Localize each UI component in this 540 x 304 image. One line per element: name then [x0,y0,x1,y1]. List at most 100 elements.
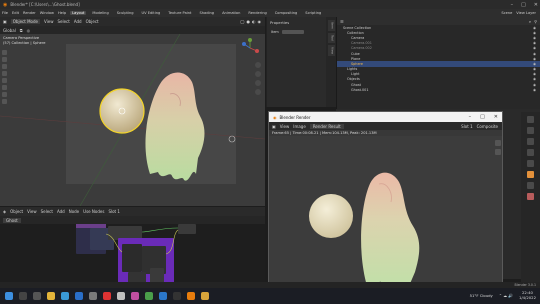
tab-sculpting[interactable]: Sculpting [115,11,136,15]
tab-animation[interactable]: Animation [220,11,242,15]
prop-tab-view-layer-icon[interactable] [527,138,534,145]
prop-tab-output-icon[interactable] [527,127,534,134]
blender-taskbar-icon[interactable] [187,292,195,300]
visibility-icon[interactable]: ◉ [533,52,536,56]
pan-icon[interactable] [255,71,261,77]
menu-window[interactable]: Window [40,11,54,15]
weather-widget[interactable]: 51°F Cloudy [470,293,493,298]
render-layer-dropdown[interactable]: Composite [477,124,498,129]
youtube-icon[interactable] [103,292,111,300]
camera-view-icon[interactable] [255,80,261,86]
visibility-icon[interactable]: ◉ [533,67,536,71]
close-button[interactable]: ✕ [534,2,538,8]
prop-tab-object-icon[interactable] [527,171,534,178]
tray-icons[interactable]: ⌃ ☁ 🔊 [499,293,513,298]
folder-icon[interactable] [201,292,209,300]
render-maximize-button[interactable]: □ [480,114,485,120]
render-menu-image[interactable]: Image [293,124,306,129]
navigation-gizmo-icon[interactable] [240,38,260,58]
mail-icon[interactable] [75,292,83,300]
visibility-icon[interactable]: ◉ [533,72,536,76]
outliner-editor-icon[interactable]: ☰ [340,19,344,24]
npanel-tab-item[interactable]: Item [327,20,335,31]
tool-rotate-icon[interactable] [2,71,7,76]
viewport-menu-add[interactable]: Add [74,19,82,24]
prop-tab-scene-icon[interactable] [527,149,534,156]
zoom-icon[interactable] [255,62,261,68]
visibility-icon[interactable]: ◉ [533,83,536,87]
3d-viewport[interactable] [0,34,265,206]
prop-tab-world-icon[interactable] [527,160,534,167]
tool-scale-icon[interactable] [2,78,7,83]
visibility-icon[interactable]: ◉ [533,57,536,61]
visibility-icon[interactable]: ◉ [533,77,536,81]
render-result-canvas[interactable] [269,136,502,291]
viewport-menu-object[interactable]: Object [86,19,99,24]
prop-tab-material-icon[interactable] [527,193,534,200]
tab-uv-editing[interactable]: UV Editing [140,11,163,15]
node-menu-node[interactable]: Node [69,209,79,214]
node-editor-type-icon[interactable]: ◈ [3,209,6,214]
minimize-button[interactable]: – [511,2,514,8]
ortho-toggle-icon[interactable] [255,89,261,95]
npanel-field[interactable] [281,30,304,34]
tool-transform-icon[interactable] [2,85,7,90]
task-view-icon[interactable] [33,292,41,300]
editor-type-icon[interactable]: ▣ [3,19,7,24]
file-explorer-icon[interactable] [47,292,55,300]
slot-dropdown[interactable]: Slot 1 [108,209,119,214]
shading-wire-icon[interactable]: ◯ [240,19,244,24]
npanel-tab-view[interactable]: View [327,44,335,56]
shading-solid-icon[interactable]: ● [247,19,251,24]
visibility-icon[interactable]: ◉ [533,36,536,40]
menu-edit[interactable]: Edit [12,11,19,15]
node-menu-view[interactable]: View [27,209,37,214]
node-menu-add[interactable]: Add [57,209,65,214]
viewport-menu-select[interactable]: Select [57,19,69,24]
visibility-icon[interactable]: ◉ [533,46,536,50]
viewport-menu-view[interactable]: View [44,19,54,24]
render-minimize-button[interactable]: – [469,114,472,120]
node-canvas[interactable] [0,224,265,290]
shading-rendered-icon[interactable]: ◉ [258,19,262,24]
visibility-icon[interactable]: ◉ [533,26,536,30]
view-layer-selector[interactable]: View Layer [516,11,536,15]
scene-selector[interactable]: Scene [501,11,512,15]
mode-dropdown[interactable]: Object Mode [10,19,40,24]
tab-scripting[interactable]: Scripting [303,11,323,15]
app-icon[interactable] [117,292,125,300]
search-icon[interactable] [19,292,27,300]
use-nodes-checkbox[interactable]: Use Nodes [83,209,104,214]
render-close-button[interactable]: ✕ [494,114,498,120]
tool-move-icon[interactable] [2,64,7,69]
menu-help[interactable]: Help [58,11,66,15]
node-type-dropdown[interactable]: Object [10,209,23,214]
visibility-icon[interactable]: ◉ [533,31,536,35]
image-editor-icon[interactable]: ▣ [272,124,276,129]
npanel-tab-tool[interactable]: Tool [327,32,335,43]
shading-material-icon[interactable]: ◐ [252,19,256,24]
tool-measure-icon[interactable] [2,99,7,104]
tab-modeling[interactable]: Modeling [90,11,110,15]
prop-tab-modifier-icon[interactable] [527,182,534,189]
tab-compositing[interactable]: Compositing [273,11,300,15]
render-menu-view[interactable]: View [280,124,290,129]
clock[interactable]: 22:40 1/4/2022 [519,290,536,300]
store-icon[interactable] [89,292,97,300]
prop-tab-render-icon[interactable] [527,116,534,123]
game-icon[interactable] [173,292,181,300]
visibility-icon[interactable]: ◉ [533,41,536,45]
tab-shading[interactable]: Shading [197,11,216,15]
app-icon[interactable] [159,292,167,300]
browser-icon[interactable] [61,292,69,300]
tab-rendering[interactable]: Rendering [246,11,268,15]
filter-icon[interactable]: ⚲ [534,19,537,24]
tool-cursor-icon[interactable] [2,57,7,62]
start-icon[interactable] [5,292,13,300]
render-pan-icon[interactable] [495,149,501,155]
photos-icon[interactable] [131,292,139,300]
chrome-icon[interactable] [145,292,153,300]
menu-file[interactable]: File [2,11,8,15]
tool-annotate-icon[interactable] [2,92,7,97]
snap-icon[interactable]: ⧉ [20,28,23,33]
